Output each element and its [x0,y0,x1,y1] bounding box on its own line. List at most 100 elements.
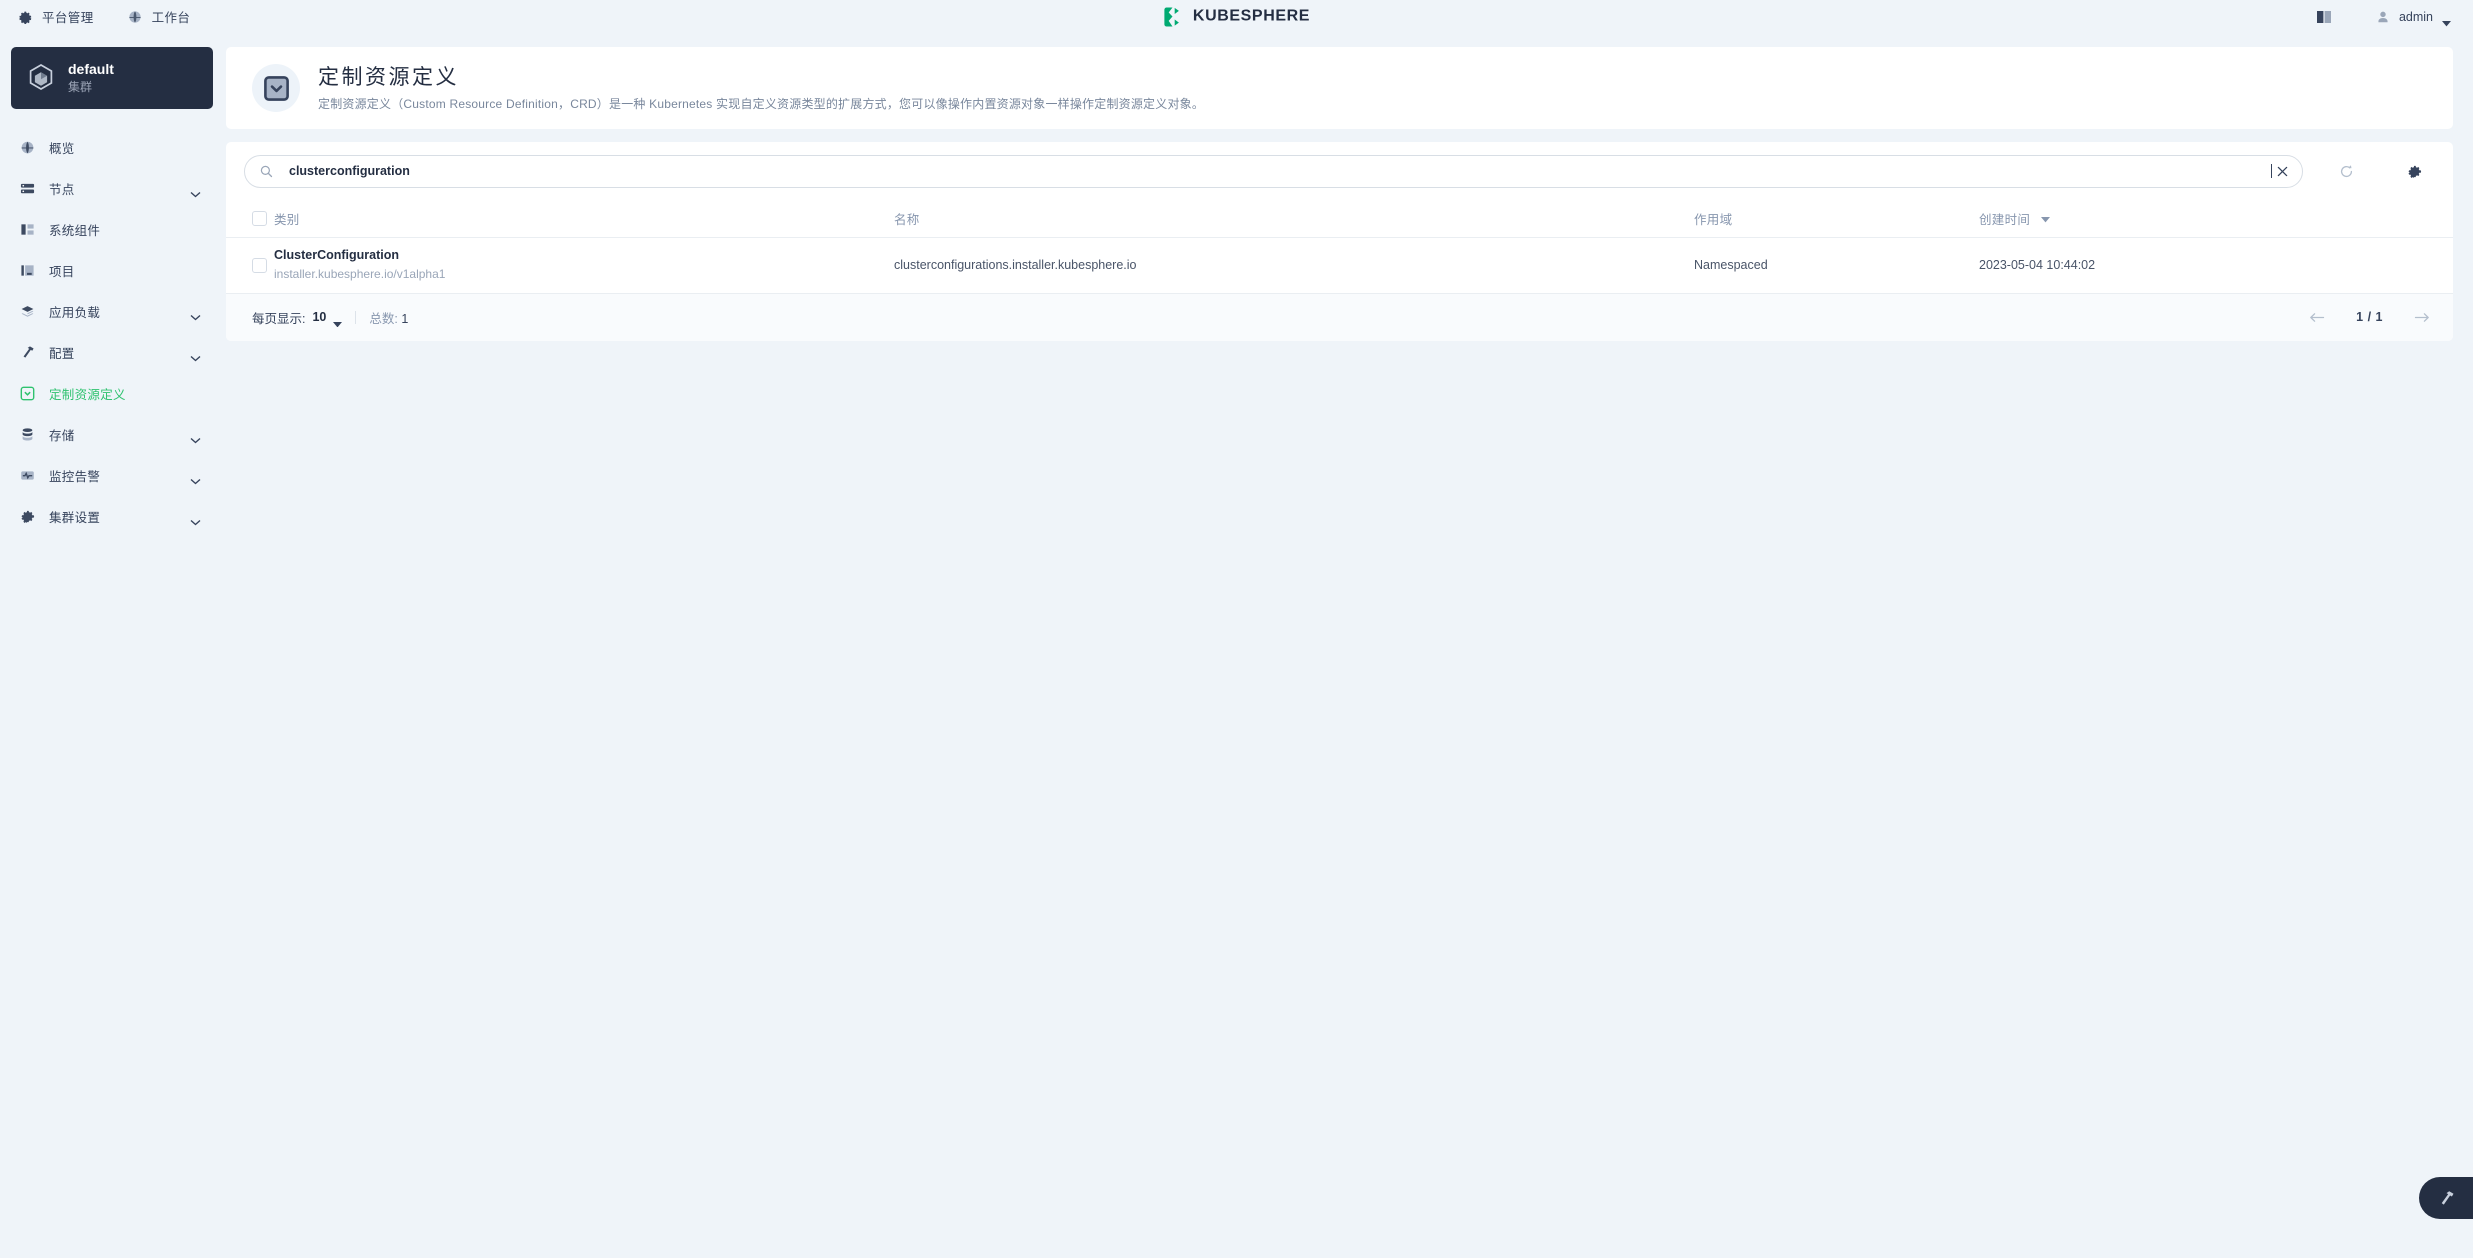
page-title: 定制资源定义 [318,65,459,89]
page-description: 定制资源定义（Custom Resource Definition，CRD）是一… [318,97,1205,112]
topnav-item-workbench[interactable]: 工作台 [128,7,191,26]
cell-name: clusterconfigurations.installer.kubesphe… [894,258,1137,272]
kubesphere-logo-icon [1163,6,1184,27]
select-all-cell [226,200,274,237]
avatar-icon [2376,10,2390,24]
top-bar: 平台管理 工作台 KUBESPHERE admin [0,0,2473,33]
sidebar-label-cluster-settings: 集群设置 [49,511,101,525]
sidebar-nav: 概览 节点 系统组件 项目 应用负载 配置 定制资源定义 存储 监控告警 集群设… [11,127,213,537]
topnav-item-platform[interactable]: 平台管理 [18,7,94,26]
clear-search-button[interactable] [2274,163,2290,179]
column-header-time[interactable]: 创建时间 [1979,200,2453,237]
sidebar: default 集群 概览 节点 系统组件 项目 应用负载 配置 定制资源定义 … [0,33,224,1258]
toolbar [226,142,2453,200]
chevron-down-icon [190,472,201,485]
top-nav: 平台管理 工作台 [0,7,190,26]
search-icon [260,165,273,178]
column-header-scope[interactable]: 作用域 [1694,200,1979,237]
cluster-selector[interactable]: default 集群 [11,47,213,109]
prev-page-button[interactable] [2308,310,2326,324]
storage-icon [20,427,35,442]
sidebar-label-crd: 定制资源定义 [49,388,126,402]
brand-logo[interactable]: KUBESPHERE [1163,6,1310,27]
arrow-left-icon [2310,312,2325,322]
table-row[interactable]: ClusterConfiguration installer.kubespher… [226,237,2453,293]
cell-scope: Namespaced [1694,258,1768,272]
sidebar-label-config: 配置 [49,347,75,361]
nodes-icon [20,181,35,196]
sidebar-label-monitoring: 监控告警 [49,470,101,484]
text-cursor [2271,164,2272,178]
page-shell: default 集群 概览 节点 系统组件 项目 应用负载 配置 定制资源定义 … [0,33,2473,1258]
column-header-time-label: 创建时间 [1979,212,2031,227]
user-menu[interactable]: admin [2376,9,2451,27]
toolbox-button[interactable] [2419,1177,2473,1219]
cell-kind: ClusterConfiguration installer.kubespher… [274,237,894,293]
sidebar-item-config[interactable]: 配置 [11,332,213,373]
chevron-down-icon [190,308,201,321]
overview-icon [20,140,35,155]
page-size-value: 10 [312,310,327,324]
refresh-button[interactable] [2329,154,2363,188]
table-head: 类别 名称 作用域 创建时间 [226,200,2453,237]
crd-icon [20,386,35,401]
table-body: ClusterConfiguration installer.kubespher… [226,237,2453,293]
footer-divider [355,310,357,324]
user-name: admin [2398,9,2433,24]
column-header-name[interactable]: 名称 [894,200,1694,237]
page-indicator: 1 / 1 [2356,310,2383,324]
workbench-icon [128,10,142,24]
crd-chevron-icon [252,64,300,112]
column-header-kind[interactable]: 类别 [274,200,894,237]
refresh-icon [2340,164,2352,177]
sidebar-label-storage: 存储 [49,429,75,443]
settings-icon [20,509,35,524]
main-content: 定制资源定义 定制资源定义（Custom Resource Definition… [224,33,2473,1258]
row-select-cell [226,237,274,293]
sidebar-item-storage[interactable]: 存储 [11,414,213,455]
sidebar-label-workloads: 应用负载 [49,306,101,320]
arrow-right-icon [2414,312,2429,322]
sidebar-item-components[interactable]: 系统组件 [11,209,213,250]
crd-panel: 类别 名称 作用域 创建时间 [226,142,2453,341]
total-value: 1 [401,311,409,326]
crd-kind[interactable]: ClusterConfiguration [274,246,894,264]
cell-time: 2023-05-04 10:44:02 [1979,258,2096,272]
search-text[interactable] [289,164,2272,178]
caret-down-icon [2040,212,2050,223]
sidebar-label-nodes: 节点 [49,183,75,197]
total-count: 总数: 1 [369,308,408,327]
chevron-down-icon [190,431,201,444]
sidebar-item-nodes[interactable]: 节点 [11,168,213,209]
search-input[interactable] [244,154,2303,188]
workloads-icon [20,304,35,319]
chevron-down-icon [2442,14,2451,27]
sidebar-item-projects[interactable]: 项目 [11,250,213,291]
sidebar-label-projects: 项目 [49,265,75,279]
config-icon [20,345,35,360]
chevron-down-icon [333,314,343,327]
sidebar-item-crd[interactable]: 定制资源定义 [11,373,213,414]
gear-icon [18,10,32,24]
docs-book-icon[interactable] [2316,10,2332,24]
pagination: 1 / 1 [2308,310,2431,324]
sidebar-item-monitoring[interactable]: 监控告警 [11,455,213,496]
row-checkbox[interactable] [252,257,267,273]
sidebar-item-workloads[interactable]: 应用负载 [11,291,213,332]
topnav-label-workbench: 工作台 [151,11,191,25]
table-settings-button[interactable] [2397,154,2431,188]
sidebar-item-overview[interactable]: 概览 [11,127,213,168]
table-footer: 每页显示: 10 总数: 1 1 / 1 [226,293,2453,341]
sidebar-item-cluster-settings[interactable]: 集群设置 [11,496,213,537]
cluster-name: default [68,61,114,78]
total-label: 总数: [369,311,398,326]
next-page-button[interactable] [2413,310,2431,324]
sidebar-label-overview: 概览 [49,142,75,156]
page-size-selector[interactable]: 每页显示: 10 [252,308,343,327]
crd-group-version: installer.kubesphere.io/v1alpha1 [274,267,446,282]
chevron-down-icon [190,513,201,526]
select-all-checkbox[interactable] [252,210,267,226]
top-right-actions: admin [2316,9,2473,27]
sidebar-label-components: 系统组件 [49,224,101,238]
cluster-type: 集群 [68,80,93,95]
